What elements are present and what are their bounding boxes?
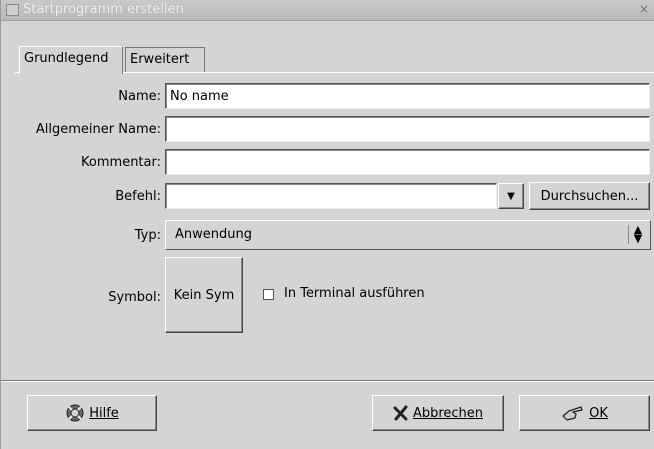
launcher-dialog: Startprogramm erstellen × Grundlegend Er… [0,0,654,449]
separator [1,380,654,382]
cancel-button[interactable]: Abbrechen [372,395,504,431]
ok-button-label: OK [589,405,608,421]
cancel-button-label: Abbrechen [412,405,484,421]
cross-icon [393,405,408,421]
type-label: Typ: [134,228,161,243]
type-select-value: Anwendung [175,227,252,242]
browse-button-label: Durchsuchen... [540,188,639,204]
ok-button[interactable]: OK [519,395,650,431]
comment-input[interactable] [165,149,650,175]
help-button-label: Hilfe [89,405,119,421]
name-input[interactable] [165,83,650,109]
window-menu-icon[interactable] [6,4,19,16]
terminal-checkbox[interactable] [263,289,274,300]
lifebuoy-icon [66,404,84,422]
generic-name-input[interactable] [165,116,650,142]
help-button[interactable]: Hilfe [27,395,157,431]
name-label: Name: [118,89,161,104]
tab-erweitert[interactable]: Erweitert [125,47,205,73]
command-label: Befehl: [115,189,161,204]
triangle-down-icon: ▼ [507,190,515,202]
tab-label: Erweitert [130,52,190,67]
browse-button[interactable]: Durchsuchen... [529,182,650,210]
pointing-hand-icon [562,406,583,421]
icon-label: Symbol: [108,290,161,305]
icon-picker-label: Kein Sym [173,287,235,303]
tab-label: Grundlegend [24,51,109,66]
type-select[interactable]: Anwendung ▲ ▼ [165,220,651,250]
comment-label: Kommentar: [81,155,161,170]
title-bar[interactable]: Startprogramm erstellen × [1,0,654,21]
updown-arrows-icon: ▲ ▼ [628,224,647,244]
tab-grundlegend[interactable]: Grundlegend [19,46,123,74]
command-input[interactable] [165,183,497,209]
close-icon[interactable]: × [639,2,649,16]
terminal-label[interactable]: In Terminal ausführen [284,286,425,301]
generic-name-label: Allgemeiner Name: [35,122,161,137]
command-history-dropdown[interactable]: ▼ [498,183,524,209]
icon-picker-button[interactable]: Kein Sym [165,257,243,333]
window-title: Startprogramm erstellen [23,2,184,17]
